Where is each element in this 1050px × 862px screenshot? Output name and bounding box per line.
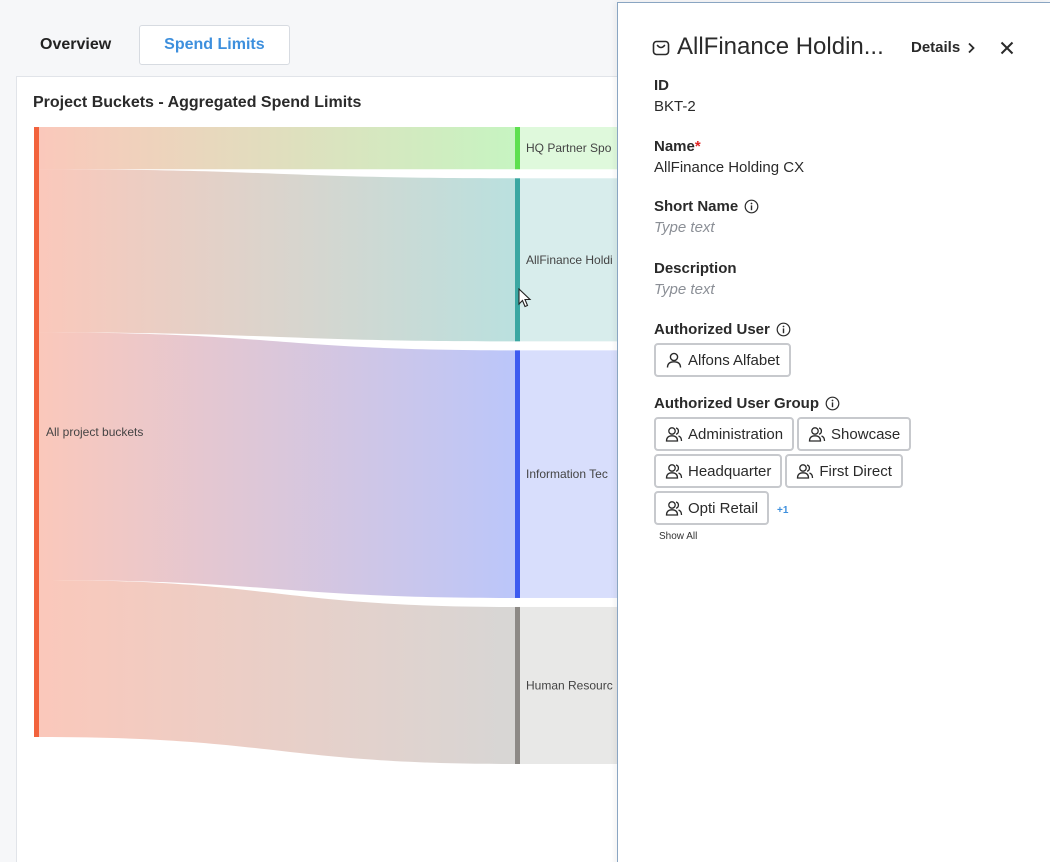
sankey-node-hq[interactable] <box>515 127 520 170</box>
group-chip[interactable]: Headquarter <box>654 454 783 488</box>
field-name: Name* AllFinance Holding CX <box>654 138 804 176</box>
short-name-input[interactable]: Type text <box>654 219 759 236</box>
group-chip-label: First Direct <box>819 462 892 480</box>
info-icon[interactable] <box>825 396 840 411</box>
user-icon <box>666 352 682 368</box>
sankey-node-label-all: All project buckets <box>46 425 143 439</box>
field-authorized-user-group: Authorized User Group Administration Sho… <box>654 395 954 542</box>
sankey-link-it[interactable] <box>39 332 515 598</box>
field-authorized-user-group-label: Authorized User Group <box>654 395 954 412</box>
group-chip[interactable]: Showcase <box>797 417 912 451</box>
drawer-title: AllFinance Holdin... <box>677 33 884 60</box>
details-label: Details <box>911 39 961 56</box>
info-icon[interactable] <box>776 322 791 337</box>
user-group-icon <box>665 427 683 442</box>
tab-overview[interactable]: Overview <box>22 25 129 65</box>
group-chip-label: Opti Retail <box>688 499 759 517</box>
sankey-node-afh[interactable] <box>515 178 520 342</box>
user-chip-label: Alfons Alfabet <box>688 351 780 369</box>
required-marker: * <box>694 138 701 155</box>
sankey-node-label-hr: Human Resourc <box>526 678 613 692</box>
field-authorized-user-label: Authorized User <box>654 321 954 338</box>
sankey-node-label-afh: AllFinance Holdi <box>526 253 613 267</box>
close-icon <box>1000 41 1014 55</box>
field-description: Description Type text <box>654 260 737 298</box>
user-group-chips: Administration Showcase Headquarter Firs… <box>654 417 954 525</box>
sankey-link-afh[interactable] <box>39 169 515 342</box>
bucket-icon <box>652 40 670 56</box>
group-chip[interactable]: Administration <box>654 417 795 451</box>
field-name-value[interactable]: AllFinance Holding CX <box>654 159 804 176</box>
sankey-node-it[interactable] <box>515 350 520 598</box>
sankey-node-label-hq: HQ Partner Spo <box>526 141 612 155</box>
name-label-text: Name <box>654 138 695 155</box>
field-id: ID BKT-2 <box>654 77 696 115</box>
tab-spend-limits[interactable]: Spend Limits <box>139 25 290 65</box>
chevron-right-icon <box>968 42 975 53</box>
more-groups-badge[interactable]: +1 <box>777 505 788 516</box>
field-short-name-label: Short Name <box>654 198 759 215</box>
tab-bar: Overview Spend Limits <box>22 25 290 65</box>
field-authorized-user: Authorized User Alfons Alfabet <box>654 321 954 377</box>
field-short-name: Short Name Type text <box>654 198 759 236</box>
authorized-user-chips: Alfons Alfabet <box>654 343 954 377</box>
sankey-link-hq[interactable] <box>39 127 515 170</box>
sankey-node-label-it: Information Tec <box>526 467 608 481</box>
field-id-value: BKT-2 <box>654 98 696 115</box>
authorized-user-group-label-text: Authorized User Group <box>654 395 820 412</box>
detail-drawer: AllFinance Holdin... Details ID BKT-2 Na… <box>617 2 1050 862</box>
field-name-label: Name* <box>654 138 804 155</box>
group-chip[interactable]: Opti Retail <box>654 491 770 525</box>
user-group-icon <box>665 464 683 479</box>
group-chip-label: Administration <box>688 425 784 443</box>
group-chip-label: Headquarter <box>688 462 772 480</box>
group-chip-label: Showcase <box>831 425 901 443</box>
sankey-node-all[interactable] <box>34 127 39 737</box>
details-link[interactable]: Details <box>911 39 976 56</box>
sankey-link-hr[interactable] <box>39 579 515 764</box>
user-group-icon <box>797 464 814 479</box>
close-button[interactable] <box>996 37 1018 59</box>
info-icon[interactable] <box>744 199 759 214</box>
drawer-header: AllFinance Holdin... Details <box>618 3 1050 63</box>
field-description-label: Description <box>654 260 737 277</box>
chart-card: Project Buckets - Aggregated Spend Limit… <box>16 76 637 862</box>
field-id-label: ID <box>654 77 669 94</box>
group-chip[interactable]: First Direct <box>785 454 903 488</box>
user-chip[interactable]: Alfons Alfabet <box>654 343 791 377</box>
user-group-icon <box>665 501 683 516</box>
description-input[interactable]: Type text <box>654 281 737 298</box>
mouse-cursor-icon <box>518 288 532 308</box>
show-all-link[interactable]: Show All <box>659 531 954 542</box>
sankey-node-hr[interactable] <box>515 606 520 764</box>
sankey-chart: HQ Partner Spo AllFinance Holdi Informatio… <box>34 127 637 764</box>
authorized-user-label-text: Authorized User <box>654 321 770 338</box>
short-name-label-text: Short Name <box>654 198 739 215</box>
user-group-icon <box>808 427 826 442</box>
